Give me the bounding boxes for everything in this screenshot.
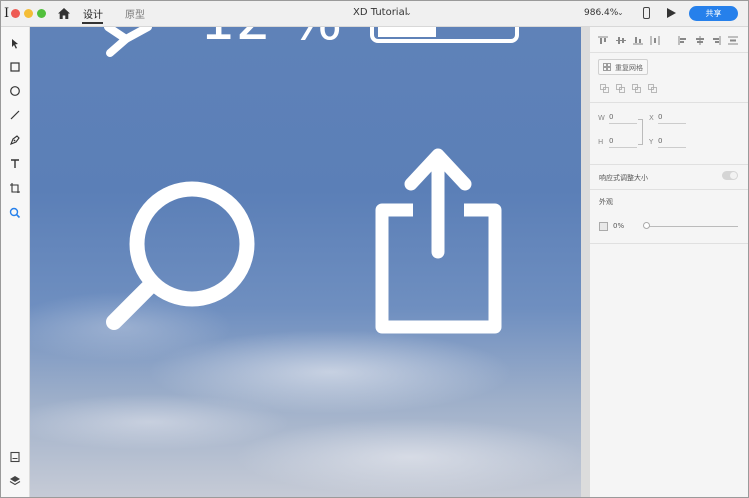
opacity-icon [599, 222, 608, 231]
tool-bar [1, 27, 30, 497]
line-tool-icon[interactable] [8, 108, 22, 122]
panel-divider [581, 27, 590, 497]
xd-window: I 设计 原型 XD Tutorial ⌄ 986.4% ⌄ 共享 重复网格 W… [0, 0, 749, 498]
intersect-boolean-icon[interactable] [632, 84, 641, 93]
exclude-boolean-icon[interactable] [648, 84, 657, 93]
share-icon [375, 148, 502, 334]
status-bar-signal-icon [104, 27, 152, 57]
width-field[interactable]: 0 [609, 113, 637, 124]
share-button[interactable]: 共享 [689, 6, 738, 21]
align-bottom-icon[interactable] [633, 36, 643, 45]
document-title[interactable]: XD Tutorial [353, 7, 408, 18]
distribute-vertical-icon[interactable] [650, 36, 660, 45]
y-field[interactable]: 0 [658, 137, 686, 148]
search-icon [106, 181, 255, 330]
opacity-slider-track[interactable] [646, 226, 738, 227]
appearance-section [590, 189, 748, 244]
artboard-tool-icon[interactable] [8, 181, 22, 195]
status-bar-percent: 12 % [200, 27, 342, 53]
subtract-boolean-icon[interactable] [616, 84, 625, 93]
design-canvas[interactable]: 12 % [30, 27, 581, 497]
opacity-field[interactable]: 0% [613, 222, 624, 230]
y-label: Y [649, 138, 654, 146]
responsive-resize-toggle[interactable] [722, 171, 738, 180]
chevron-down-icon[interactable]: ⌄ [405, 8, 412, 17]
repeat-grid-label: 重复网格 [615, 64, 643, 72]
device-preview-icon[interactable] [643, 7, 650, 19]
close-window-button[interactable] [11, 9, 20, 18]
x-label: X [649, 114, 654, 122]
align-top-icon[interactable] [598, 36, 608, 45]
opacity-slider-handle[interactable] [643, 222, 650, 229]
transform-section [590, 102, 748, 165]
aspect-lock-icon[interactable] [638, 119, 643, 145]
pen-tool-icon[interactable] [8, 133, 22, 147]
height-label: H [598, 138, 604, 146]
add-boolean-icon[interactable] [600, 84, 609, 93]
assets-icon[interactable] [8, 450, 22, 464]
zoom-level[interactable]: 986.4% [584, 8, 618, 18]
zoom-window-button[interactable] [37, 9, 46, 18]
height-field[interactable]: 0 [609, 137, 637, 148]
zoom-chevron-down-icon[interactable]: ⌄ [617, 8, 624, 17]
responsive-resize-label: 响应式调整大小 [599, 174, 648, 182]
grid-icon [603, 63, 611, 71]
tab-design[interactable]: 设计 [83, 6, 103, 21]
minimize-window-button[interactable] [24, 9, 33, 18]
title-bar: I 设计 原型 XD Tutorial ⌄ 986.4% ⌄ 共享 [1, 1, 748, 27]
tab-prototype[interactable]: 原型 [125, 6, 145, 21]
select-tool-icon[interactable] [8, 37, 22, 51]
play-icon[interactable] [667, 8, 676, 18]
home-icon[interactable] [57, 7, 71, 20]
battery-icon [370, 27, 519, 43]
ellipse-tool-icon[interactable] [8, 84, 22, 98]
align-center-icon[interactable] [695, 36, 705, 45]
property-inspector: 重复网格 W 0 H 0 X 0 Y 0 响应式调整大小 外观 0% [590, 27, 748, 497]
active-tab-indicator [82, 22, 103, 24]
zoom-tool-icon[interactable] [8, 206, 22, 220]
rectangle-tool-icon[interactable] [8, 60, 22, 74]
distribute-horizontal-icon[interactable] [728, 36, 738, 45]
layers-icon[interactable] [8, 474, 22, 488]
align-right-icon[interactable] [711, 36, 721, 45]
align-section [590, 27, 748, 53]
align-left-icon[interactable] [678, 36, 688, 45]
repeat-grid-button[interactable]: 重复网格 [598, 59, 648, 75]
canvas-artwork: 12 % [104, 27, 519, 334]
appearance-label: 外观 [599, 198, 613, 206]
width-label: W [598, 114, 605, 122]
x-field[interactable]: 0 [658, 113, 686, 124]
align-middle-icon[interactable] [616, 36, 626, 45]
text-tool-icon[interactable] [8, 157, 22, 171]
text-cursor-icon: I [4, 6, 10, 21]
